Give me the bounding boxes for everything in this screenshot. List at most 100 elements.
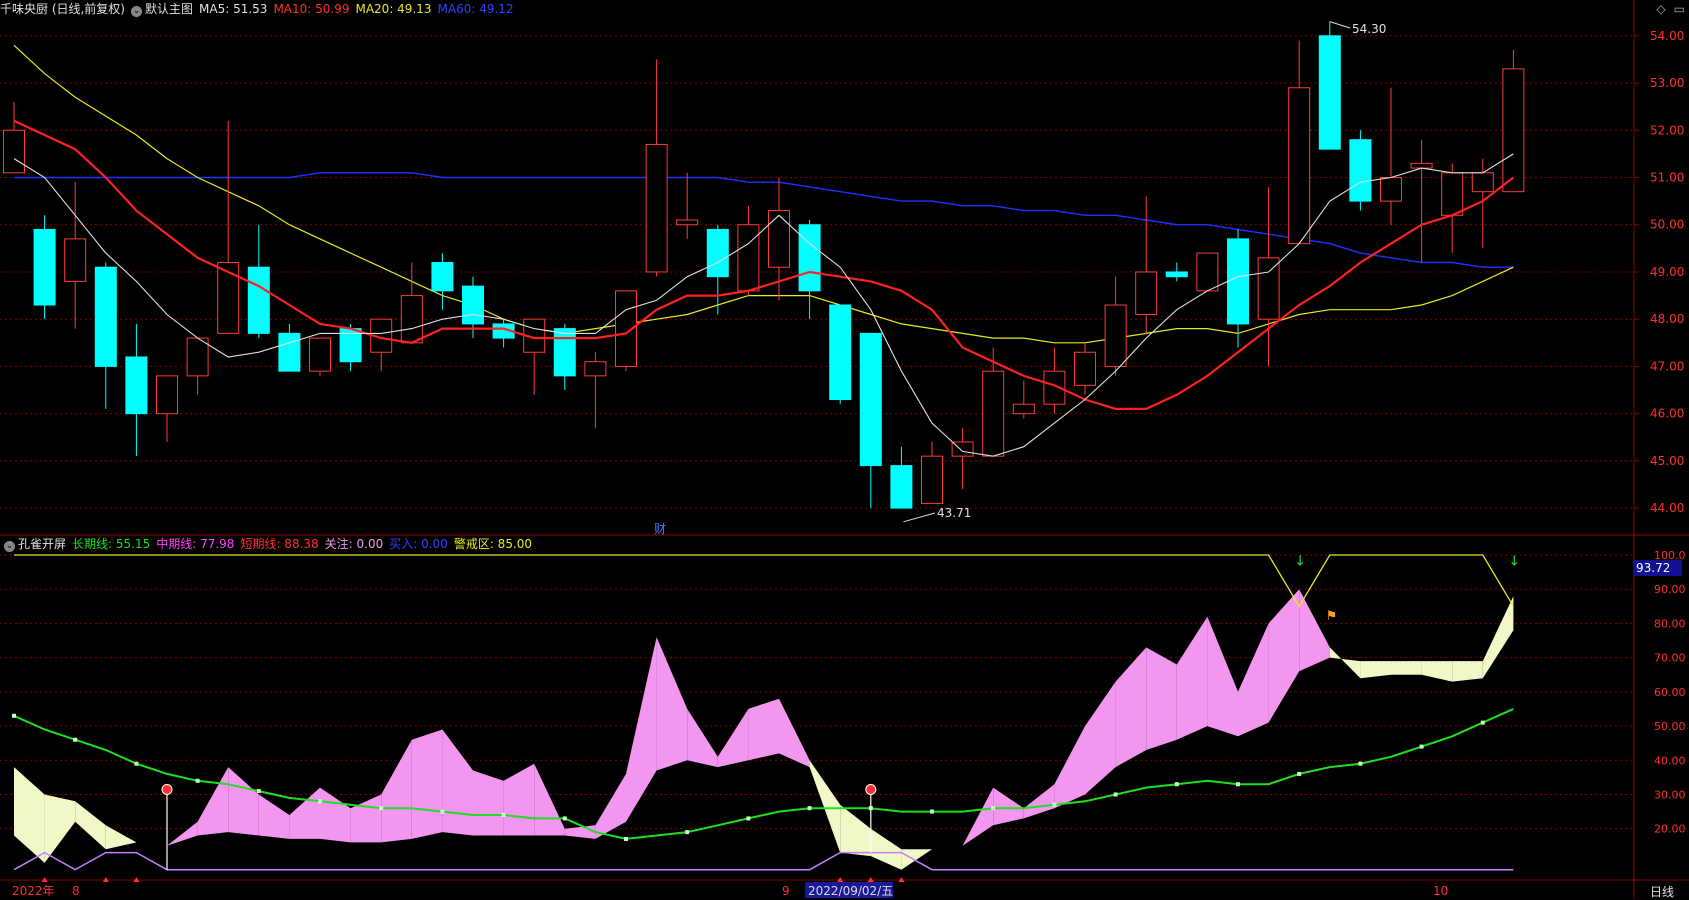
- band-segment: [748, 698, 779, 761]
- candle-body: [1288, 87, 1311, 245]
- high-marker-label: 54.30: [1352, 22, 1387, 36]
- price-tick-label: 45.00: [1650, 454, 1684, 468]
- candle: [921, 441, 943, 504]
- chevron-circle-icon[interactable]: ⌄: [131, 6, 142, 17]
- band-segment: [840, 804, 871, 857]
- band-segment: [1115, 647, 1147, 768]
- band-segment: [14, 767, 45, 863]
- stock-chart-canvas[interactable]: 54.00 53.00 52.00 51.00 50.00 49.00 48.00 47.00…: [0, 0, 1689, 899]
- candle-body: [1471, 172, 1494, 193]
- ma60-label: MA60: 49.12: [437, 2, 514, 16]
- price-tick-label: 52.00: [1650, 123, 1684, 137]
- band-segment: [289, 787, 320, 839]
- long-line-dot: [1419, 744, 1424, 749]
- template-label[interactable]: 默认主图: [145, 2, 193, 16]
- sub-tick-label: 40.00: [1654, 754, 1686, 767]
- candle-body: [309, 337, 331, 372]
- candle: [64, 182, 87, 329]
- band-segment: [442, 729, 473, 836]
- candle-body: [1318, 35, 1341, 150]
- stock-title[interactable]: 千味央厨 (日线,前复权): [0, 2, 125, 16]
- candle: [33, 215, 56, 320]
- long-line-dot: [195, 778, 200, 783]
- chevron-circle-icon[interactable]: ⌄: [4, 541, 15, 552]
- candle-body: [921, 455, 943, 504]
- date-label: 2022年: [12, 884, 55, 898]
- candle-body: [645, 143, 668, 273]
- candle: [523, 318, 546, 395]
- candle: [1288, 40, 1311, 245]
- long-line-dot: [746, 816, 751, 821]
- date-label: 9: [782, 884, 790, 898]
- band-segment: [1268, 589, 1300, 723]
- candle-body: [462, 285, 484, 325]
- band-segment: [1238, 623, 1269, 737]
- band-segment: [1299, 589, 1330, 672]
- candle-body: [1410, 162, 1433, 169]
- finance-marker[interactable]: 财: [654, 520, 666, 537]
- band-segment: [962, 787, 994, 846]
- price-tick-label: 50.00: [1650, 218, 1684, 232]
- band-segment: [932, 845, 963, 850]
- long-line-dot: [379, 806, 384, 811]
- candle: [278, 323, 301, 372]
- candle: [1502, 49, 1525, 193]
- candle-body: [1165, 271, 1188, 278]
- candle: [309, 337, 331, 376]
- candle: [1380, 87, 1402, 225]
- candle: [951, 427, 974, 490]
- signal-pin-head: [161, 783, 173, 795]
- sub-tick-label: 60.00: [1654, 686, 1686, 699]
- buy-label: 买入: 0.00: [389, 537, 448, 551]
- date-label: 2022/09/02/五: [808, 884, 893, 898]
- candle-body: [1349, 139, 1372, 202]
- warn-zone-label: 警戒区: 85.00: [453, 537, 533, 551]
- candle: [737, 205, 760, 296]
- band-segment: [809, 760, 841, 853]
- main-header: 千味央厨 (日线,前复权) ⌄ 默认主图 MA5: 51.53 MA10: 50.99 M…: [0, 0, 520, 18]
- price-tick-label: 53.00: [1650, 76, 1684, 90]
- ma10-label: MA10: 50.99: [273, 2, 350, 16]
- indicator-title[interactable]: 孔雀开屏: [18, 537, 66, 551]
- period-label[interactable]: 日线: [1650, 883, 1674, 900]
- long-line-dot: [12, 713, 16, 718]
- long-line-dot: [807, 806, 812, 811]
- band-segment: [717, 708, 749, 768]
- long-line-dot: [1480, 720, 1485, 725]
- candle: [217, 120, 240, 334]
- long-line-dot: [1358, 761, 1363, 766]
- band-segment: [626, 637, 657, 822]
- band-segment: [1207, 616, 1238, 737]
- low-marker-arrow: [903, 512, 936, 523]
- sub-tick-label: 30.00: [1654, 788, 1686, 801]
- candle-body: [247, 266, 270, 334]
- candle: [1410, 139, 1433, 263]
- band-segment: [197, 767, 229, 836]
- candle-body: [982, 370, 1005, 457]
- diamond-icon[interactable]: ◇: [1656, 2, 1665, 16]
- price-tick-label: 46.00: [1650, 407, 1684, 421]
- minimize-icon[interactable]: ▭: [1674, 2, 1685, 16]
- candle: [1104, 276, 1127, 376]
- candle-body: [64, 238, 87, 282]
- candle-body: [400, 295, 423, 344]
- band-segment: [1391, 661, 1422, 675]
- low-marker-label: 43.71: [937, 506, 972, 520]
- candle: [1043, 347, 1066, 414]
- candle-body: [33, 228, 56, 306]
- candle-body: [278, 332, 301, 372]
- long-line-dot: [930, 809, 934, 814]
- candle-body: [1441, 172, 1464, 216]
- candle-body: [1502, 68, 1525, 193]
- sub-tick-label: 20.00: [1654, 823, 1686, 836]
- long-line-dot: [624, 836, 628, 841]
- sub-tick-label: 70.00: [1654, 652, 1686, 665]
- candle: [125, 323, 148, 457]
- band-segment: [381, 739, 412, 843]
- short-line-label: 短期线: 88.38: [240, 537, 319, 551]
- candle-body: [94, 266, 117, 367]
- price-tick-label: 51.00: [1650, 170, 1684, 184]
- candle: [1135, 196, 1158, 334]
- long-line-dot: [1297, 771, 1302, 776]
- band-segment: [228, 767, 259, 836]
